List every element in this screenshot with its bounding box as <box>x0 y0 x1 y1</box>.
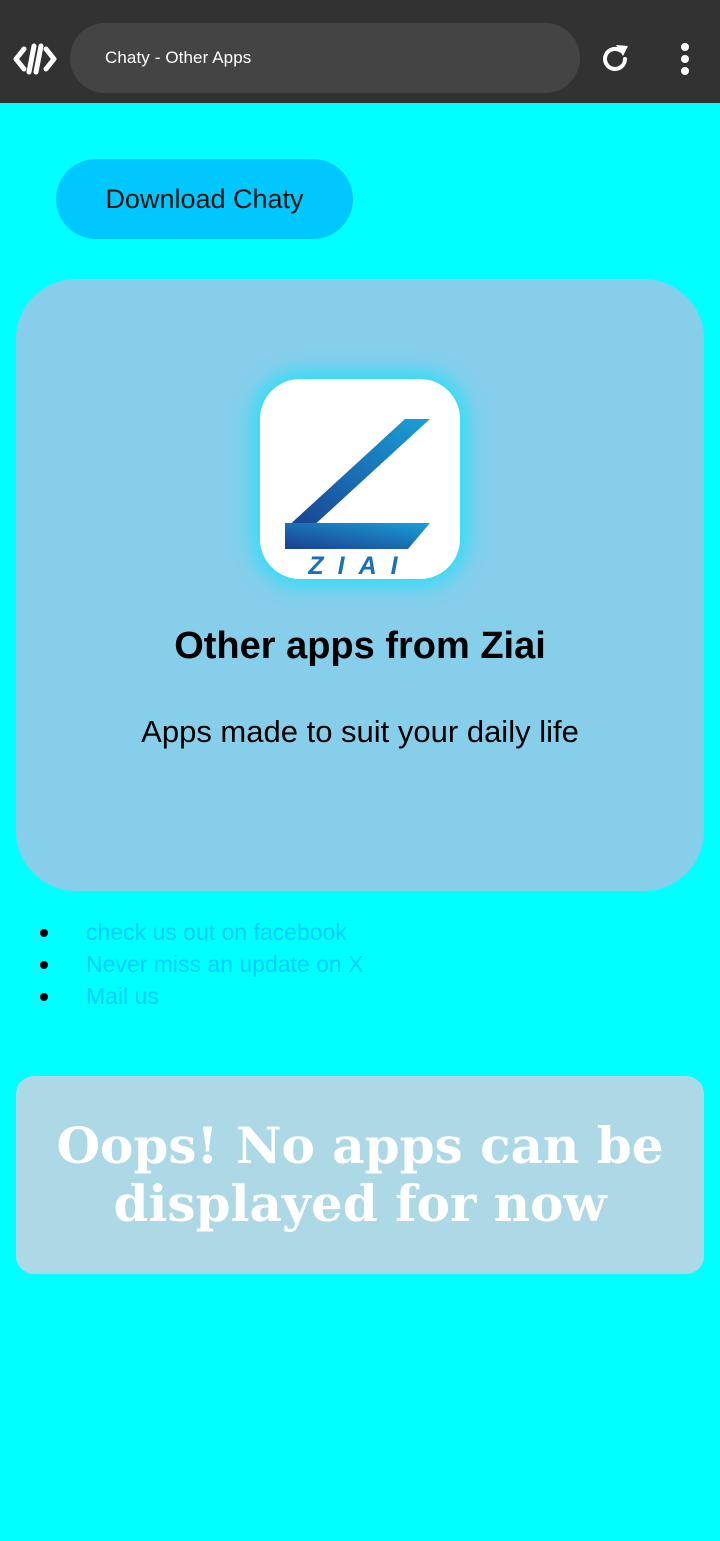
code-brackets-icon[interactable] <box>13 40 57 78</box>
social-links-list: check us out on facebook Never miss an u… <box>0 916 720 1012</box>
facebook-link[interactable]: check us out on facebook <box>86 919 347 945</box>
ziai-logo-text: ZIAI <box>307 552 411 579</box>
more-menu-button[interactable] <box>666 38 704 80</box>
list-item: check us out on facebook <box>0 916 720 948</box>
x-link[interactable]: Never miss an update on X <box>86 951 363 977</box>
empty-state-card: Oops! No apps can be displayed for now <box>16 1076 704 1274</box>
reload-button[interactable] <box>594 38 636 80</box>
browser-toolbar: Chaty - Other Apps <box>0 0 720 103</box>
reload-icon <box>603 45 628 71</box>
hero-card: ZIAI Other apps from Ziai Apps made to s… <box>16 279 704 891</box>
ziai-logo: ZIAI <box>260 379 460 579</box>
list-item: Never miss an update on X <box>0 948 720 980</box>
empty-state-message: Oops! No apps can be displayed for now <box>56 1116 664 1233</box>
mail-link[interactable]: Mail us <box>86 983 159 1009</box>
list-item: Mail us <box>0 980 720 1012</box>
hero-subtitle: Apps made to suit your daily life <box>141 714 579 749</box>
download-chaty-button[interactable]: Download Chaty <box>56 159 353 239</box>
page-title-text: Chaty - Other Apps <box>105 48 252 67</box>
bullet-dot <box>40 929 48 937</box>
bullet-dot <box>40 993 48 1001</box>
address-bar[interactable]: Chaty - Other Apps <box>70 23 580 93</box>
more-vertical-icon <box>681 43 689 75</box>
bullet-dot <box>40 961 48 969</box>
hero-title: Other apps from Ziai <box>174 625 546 667</box>
